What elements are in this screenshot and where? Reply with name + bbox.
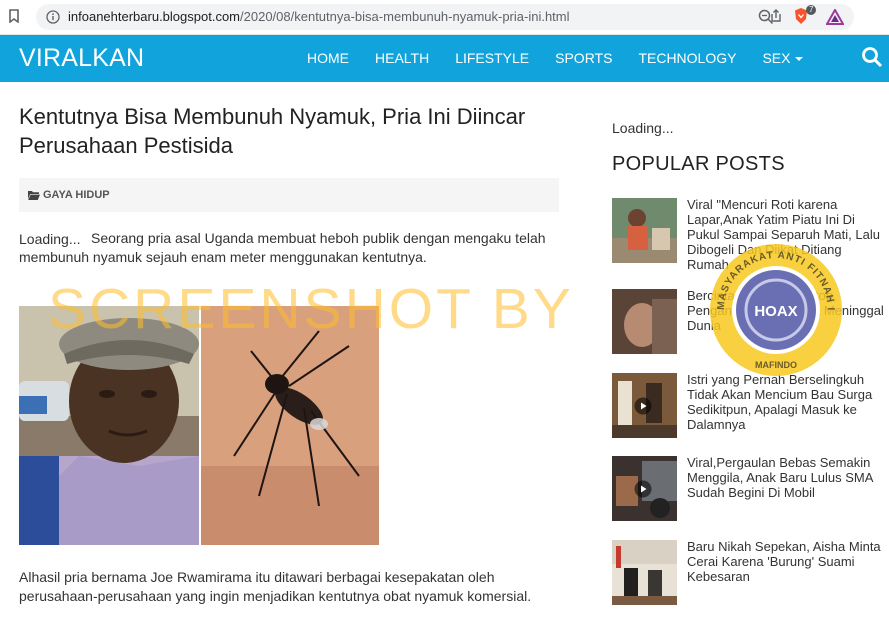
- post-thumbnail[interactable]: [612, 540, 677, 605]
- search-icon[interactable]: [861, 46, 883, 68]
- post-title[interactable]: Istri yang Pernah Berselingkuh Tidak Aka…: [687, 372, 885, 432]
- article-title: Kentutnya Bisa Membunuh Nyamuk, Pria Ini…: [19, 104, 526, 158]
- mafindo-seal-logo: MASYARAKAT ANTI FITNAH INDONESIA HOAX MA…: [706, 240, 842, 376]
- share-icon[interactable]: [769, 9, 783, 23]
- sidebar-loading-text: Loading...: [612, 120, 674, 136]
- bookmark-icon[interactable]: [9, 9, 19, 23]
- url-path: /2020/08/kentutnya-bisa-membunuh-nyamuk-…: [240, 9, 570, 24]
- site-logo[interactable]: VIRALKAN: [19, 44, 144, 73]
- seal-hoax-text: HOAX: [754, 303, 797, 320]
- post-thumbnail[interactable]: [612, 198, 677, 263]
- site-info-icon[interactable]: [46, 10, 60, 24]
- chevron-down-icon: [795, 57, 804, 62]
- brave-rewards-icon[interactable]: [826, 9, 844, 25]
- main-nav: HOME HEALTH LIFESTYLE SPORTS TECHNOLOGY …: [294, 35, 816, 82]
- seal-bottom-text: MAFINDO: [755, 360, 797, 370]
- article-image: [19, 306, 379, 545]
- nav-sex-label: SEX: [762, 50, 791, 66]
- address-bar[interactable]: infoanehterbaru.blogspot.com/2020/08/ken…: [36, 4, 854, 30]
- browser-toolbar: infoanehterbaru.blogspot.com/2020/08/ken…: [0, 0, 889, 35]
- url-host: infoanehterbaru.blogspot.com: [68, 9, 241, 24]
- nav-health[interactable]: HEALTH: [362, 35, 442, 82]
- popular-posts-heading: POPULAR POSTS: [612, 153, 785, 175]
- popular-post[interactable]: Istri yang Pernah Berselingkuh Tidak Aka…: [612, 372, 885, 439]
- nav-sex-dropdown[interactable]: SEX: [749, 35, 816, 82]
- folder-open-icon: [28, 191, 40, 200]
- play-icon[interactable]: [634, 397, 652, 415]
- nav-home[interactable]: HOME: [294, 35, 362, 82]
- play-icon[interactable]: [634, 480, 652, 498]
- site-navbar: VIRALKAN HOME HEALTH LIFESTYLE SPORTS TE…: [0, 35, 889, 82]
- category-bar: GAYA HIDUP: [19, 178, 559, 212]
- nav-sports[interactable]: SPORTS: [542, 35, 625, 82]
- article-lead: Seorang pria asal Uganda membuat heboh p…: [19, 230, 546, 265]
- post-thumbnail[interactable]: [612, 289, 677, 354]
- post-thumbnail[interactable]: [612, 456, 677, 521]
- url-text[interactable]: infoanehterbaru.blogspot.com/2020/08/ken…: [68, 9, 570, 24]
- nav-lifestyle[interactable]: LIFESTYLE: [442, 35, 542, 82]
- article-paragraph: Alhasil pria bernama Joe Rwamirama itu d…: [19, 569, 532, 604]
- popular-post[interactable]: Baru Nikah Sepekan, Aisha Minta Cerai Ka…: [612, 539, 885, 606]
- popular-post[interactable]: Viral,Pergaulan Bebas Semakin Menggila, …: [612, 455, 885, 522]
- post-thumbnail[interactable]: [612, 373, 677, 438]
- post-title[interactable]: Viral,Pergaulan Bebas Semakin Menggila, …: [687, 455, 885, 500]
- category-link[interactable]: GAYA HIDUP: [43, 189, 110, 201]
- nav-technology[interactable]: TECHNOLOGY: [625, 35, 749, 82]
- post-title[interactable]: Baru Nikah Sepekan, Aisha Minta Cerai Ka…: [687, 539, 885, 584]
